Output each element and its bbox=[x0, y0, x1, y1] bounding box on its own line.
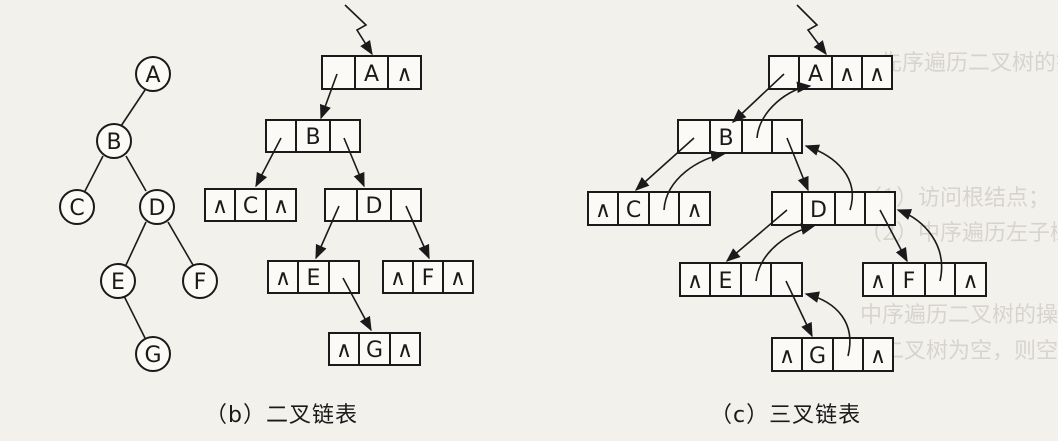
rchild-field: ∧ bbox=[273, 194, 289, 219]
data-field: B bbox=[718, 126, 733, 151]
data-field: B bbox=[305, 125, 320, 150]
list-node-b: B bbox=[265, 119, 361, 153]
tree-edge-b-d bbox=[125, 155, 147, 192]
list-node-d: D bbox=[324, 188, 422, 222]
tree-node-label: C bbox=[69, 196, 84, 221]
child-pointer-arrow bbox=[731, 73, 785, 123]
data-field: E bbox=[307, 266, 321, 291]
data-field: C bbox=[243, 194, 258, 219]
tree-node: C bbox=[59, 189, 95, 225]
rchild-field: ∧ bbox=[870, 344, 886, 369]
data-field: A bbox=[364, 62, 379, 87]
data-field: D bbox=[810, 198, 827, 223]
list-node-f: ∧ F ∧ bbox=[382, 260, 474, 294]
list-node-a: A ∧ bbox=[321, 55, 422, 90]
data-field: D bbox=[366, 194, 383, 219]
trident-node-g: ∧ G ∧ bbox=[771, 337, 894, 372]
list-node-g: ∧ G ∧ bbox=[328, 332, 421, 366]
tree-node: A bbox=[135, 56, 171, 92]
list-node-c: ∧ C ∧ bbox=[204, 188, 297, 222]
rchild-field: ∧ bbox=[869, 62, 885, 87]
trident-node-e: ∧ E bbox=[679, 262, 803, 297]
data-field: A bbox=[808, 62, 823, 87]
lchild-field: ∧ bbox=[870, 269, 886, 294]
child-pointer-arrow bbox=[725, 209, 788, 262]
tree-node: D bbox=[139, 189, 175, 225]
rchild-field: ∧ bbox=[396, 62, 412, 87]
lchild-field: ∧ bbox=[336, 338, 352, 363]
data-field: C bbox=[626, 198, 641, 223]
data-field: G bbox=[809, 344, 826, 369]
child-pointer-arrow bbox=[634, 137, 695, 191]
rchild-field: ∧ bbox=[686, 198, 702, 223]
lchild-field: ∧ bbox=[390, 266, 406, 291]
tree-edge-a-b bbox=[120, 89, 146, 127]
figure-canvas: 中序遍历二叉树的操作定义如下： 若二叉树为空，则空操作；否则 （1）访问根结点；… bbox=[0, 0, 1058, 441]
tree-node-label: D bbox=[149, 196, 166, 221]
tree-node-label: B bbox=[106, 130, 121, 155]
rchild-field: ∧ bbox=[450, 266, 466, 291]
binary-linked-list: A ∧ B ∧ C ∧ D ∧ E ∧ F ∧ ∧ G ∧ bbox=[204, 4, 474, 366]
lchild-field: ∧ bbox=[212, 194, 228, 219]
rchild-field: ∧ bbox=[397, 338, 413, 363]
trident-node-d: D bbox=[771, 191, 896, 226]
rchild-field: ∧ bbox=[962, 269, 978, 294]
tree-diagram: A B C D E F G bbox=[59, 56, 218, 372]
tree-node-label: E bbox=[111, 270, 125, 295]
data-field: G bbox=[366, 338, 383, 363]
data-field: E bbox=[719, 269, 733, 294]
data-field: F bbox=[903, 269, 916, 294]
tree-edge-d-e bbox=[125, 221, 147, 266]
bg-line-1: 中序遍历二叉树的操作定义如下： bbox=[860, 303, 1058, 328]
list-node-e: ∧ E bbox=[267, 260, 360, 294]
caption-trident-list: （c）三叉链表 bbox=[710, 403, 862, 428]
tree-node-label: F bbox=[194, 270, 207, 295]
lchild-field: ∧ bbox=[687, 269, 703, 294]
lchild-field: ∧ bbox=[779, 344, 795, 369]
tree-node-label: A bbox=[145, 63, 160, 88]
trident-node-a: A ∧ ∧ bbox=[768, 55, 893, 90]
diagram-svg: 中序遍历二叉树的操作定义如下： 若二叉树为空，则空操作；否则 （1）访问根结点；… bbox=[59, 4, 1058, 372]
lchild-field: ∧ bbox=[275, 266, 291, 291]
caption-binary-list: （b）二叉链表 bbox=[205, 403, 358, 428]
tree-edge-b-c bbox=[84, 155, 104, 192]
data-field: F bbox=[422, 266, 435, 291]
tree-node-label: G bbox=[144, 343, 161, 368]
trident-node-b: B bbox=[677, 119, 803, 154]
tree-node: B bbox=[96, 123, 132, 159]
trident-node-c: ∧ C ∧ bbox=[587, 191, 711, 226]
bg-line-5: 先序遍历二叉树的操作定义如下： bbox=[880, 51, 1058, 76]
root-pointer-arrow bbox=[796, 4, 827, 56]
tree-node: G bbox=[135, 336, 171, 372]
trident-node-f: ∧ F ∧ bbox=[862, 262, 987, 297]
root-pointer-arrow bbox=[344, 4, 373, 56]
tree-edge-d-f bbox=[167, 221, 194, 266]
lchild-field: ∧ bbox=[595, 198, 611, 223]
parent-field: ∧ bbox=[839, 62, 855, 87]
tree-node: F bbox=[182, 263, 218, 299]
tree-node: E bbox=[100, 263, 136, 299]
tree-edge-e-g bbox=[123, 295, 146, 339]
